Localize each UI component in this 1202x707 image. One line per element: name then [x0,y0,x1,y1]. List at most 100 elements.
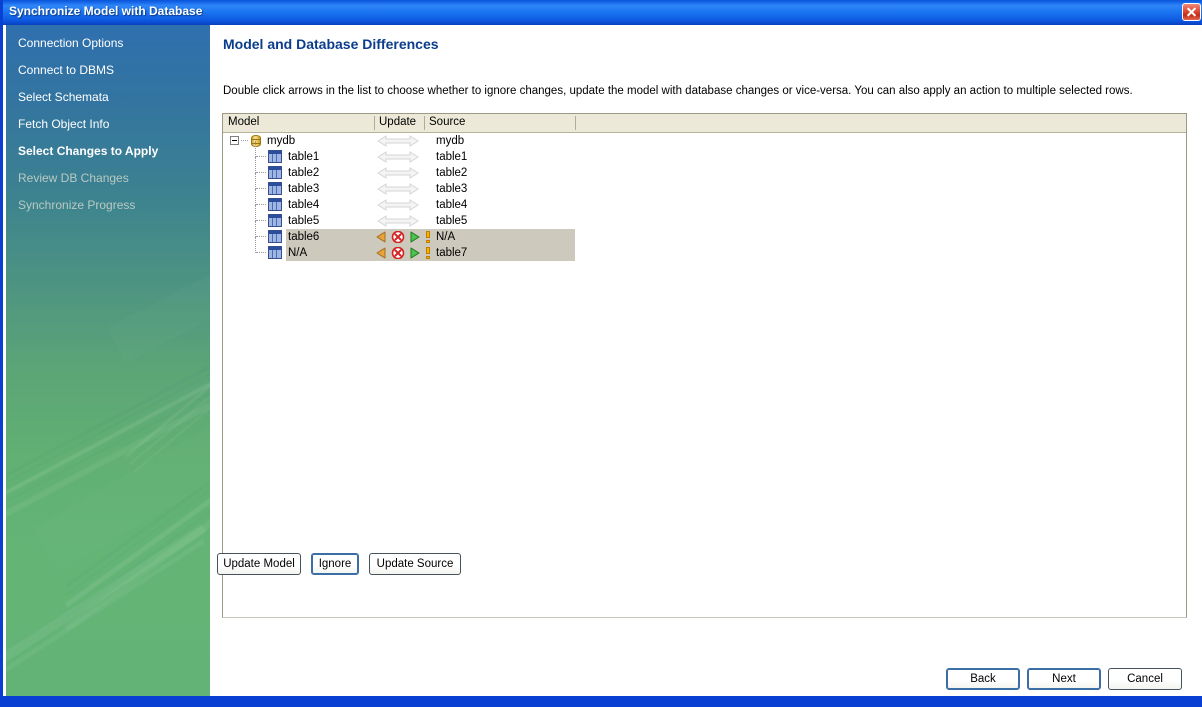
row-source-label: table4 [436,197,467,213]
table-icon [268,246,282,259]
main-panel: Model and Database Differences Double cl… [210,25,1202,700]
sidebar-step-connect-to-dbms[interactable]: Connect to DBMS [6,57,114,84]
table-icon [268,166,282,179]
tree-connector-horizontal [256,156,266,158]
sidebar-swoosh-6 [65,418,210,596]
update-model-button[interactable]: Update Model [217,553,301,575]
sidebar-swoosh-8 [65,439,210,618]
row-model-label: table5 [288,213,319,229]
update-source-button[interactable]: Update Source [369,553,461,575]
back-button[interactable]: Back [946,668,1020,690]
tree-connector [241,140,248,142]
update-arrows-unchanged-icon[interactable] [376,167,420,179]
row-source-label: table1 [436,149,467,165]
table-icon [268,150,282,163]
sidebar-step-fetch-object-info[interactable]: Fetch Object Info [6,111,109,138]
sidebar-swoosh-3 [6,367,210,524]
sidebar-step-synchronize-progress: Synchronize Progress [6,192,135,219]
table-icon [268,182,282,195]
sidebar-step-label: Fetch Object Info [18,117,109,131]
sidebar-swoosh-5 [65,409,210,588]
page-description: Double click arrows in the list to choos… [223,85,1133,97]
sidebar-swoosh-4 [6,377,210,537]
update-arrows-unchanged-icon[interactable] [376,199,420,211]
column-header-update[interactable]: Update [379,116,416,128]
row-source-label: N/A [436,229,455,245]
sidebar-swoosh-9 [64,449,210,631]
sidebar-swoosh-10 [125,340,210,458]
table-row[interactable]: table2 table2 [223,165,1186,181]
sidebar-swoosh-11 [129,348,210,465]
table-row[interactable]: table5 table5 [223,213,1186,229]
tree-connector-horizontal [256,252,266,254]
table-row[interactable]: table3 table3 [223,181,1186,197]
sidebar-swoosh-14 [6,539,205,685]
cancel-button[interactable]: Cancel [1108,668,1182,690]
tree-connector-horizontal [256,204,266,206]
table-row[interactable]: mydb mydb [223,133,1186,149]
sidebar-step-label: Select Changes to Apply [18,144,158,158]
page-title: Model and Database Differences [223,36,439,52]
dialog-window: Synchronize Model with Database Connecti… [0,0,1202,707]
update-arrows-unchanged-icon[interactable] [376,151,420,163]
sidebar-step-connection-options[interactable]: Connection Options [6,30,123,57]
close-icon[interactable] [1182,3,1201,21]
sidebar-swoosh-15 [107,227,210,363]
row-source-label: table5 [436,213,467,229]
row-model-label: table4 [288,197,319,213]
sidebar-step-label: Select Schemata [18,90,109,104]
row-model-label: table3 [288,181,319,197]
tree-connector-horizontal [256,236,266,238]
row-model-label: table2 [288,165,319,181]
update-arrows-unchanged-icon[interactable] [376,183,420,195]
table-icon [268,198,282,211]
row-model-label: table6 [288,229,319,245]
sidebar-swoosh-1 [6,348,210,505]
row-source-label: table7 [436,245,467,261]
update-arrows-unchanged-icon[interactable] [376,135,420,147]
sidebar-step-select-schemata[interactable]: Select Schemata [6,84,109,111]
next-button[interactable]: Next [1027,668,1101,690]
update-arrows-ignore-icon[interactable] [376,231,420,243]
column-divider-0[interactable] [374,116,375,130]
sidebar-step-label: Connect to DBMS [18,63,114,77]
list-rows-container[interactable]: mydbmydbtable1table1table2table2table3ta… [223,133,1186,617]
column-divider-2[interactable] [575,116,576,130]
sidebar-step-label: Review DB Changes [18,171,129,185]
table-row[interactable]: table1 table1 [223,149,1186,165]
sidebar-step-review-db-changes: Review DB Changes [6,165,129,192]
window-title: Synchronize Model with Database [9,4,202,18]
table-icon [268,214,282,227]
warning-icon [425,231,431,243]
sidebar-step-label: Synchronize Progress [18,198,135,212]
update-arrows-ignore-icon[interactable] [376,247,420,259]
sidebar-step-select-changes-to-apply[interactable]: Select Changes to Apply [6,138,158,165]
window-bottom-border [3,696,1202,703]
update-arrows-unchanged-icon[interactable] [376,215,420,227]
column-divider-1[interactable] [424,116,425,130]
row-source-label: table2 [436,165,467,181]
row-model-label: mydb [267,133,295,149]
column-header-source[interactable]: Source [429,116,465,128]
table-row[interactable]: table4 table4 [223,197,1186,213]
sidebar-swoosh-16 [34,398,211,571]
tree-connector-horizontal [256,172,266,174]
table-row[interactable]: N/Atable7 [223,245,1186,261]
title-bar: Synchronize Model with Database [3,0,1202,25]
tree-connector-horizontal [256,220,266,222]
row-model-label: table1 [288,149,319,165]
ignore-button[interactable]: Ignore [311,553,359,575]
row-source-label: mydb [436,133,464,149]
tree-expander-collapse-icon[interactable] [230,136,239,145]
column-header-model[interactable]: Model [228,116,259,128]
sidebar-swoosh-0 [6,340,210,498]
list-column-headers: Model Update Source [223,114,1186,133]
database-icon [249,134,263,148]
tree-connector-horizontal [256,188,266,190]
table-icon [268,230,282,243]
sidebar-swoosh-7 [65,427,210,607]
row-source-label: table3 [436,181,467,197]
table-row[interactable]: table6 N/A [223,229,1186,245]
sidebar-step-label: Connection Options [18,36,123,50]
differences-list-panel[interactable]: ModelUpdateSource mydbmydbtable1table1ta… [222,113,1187,618]
